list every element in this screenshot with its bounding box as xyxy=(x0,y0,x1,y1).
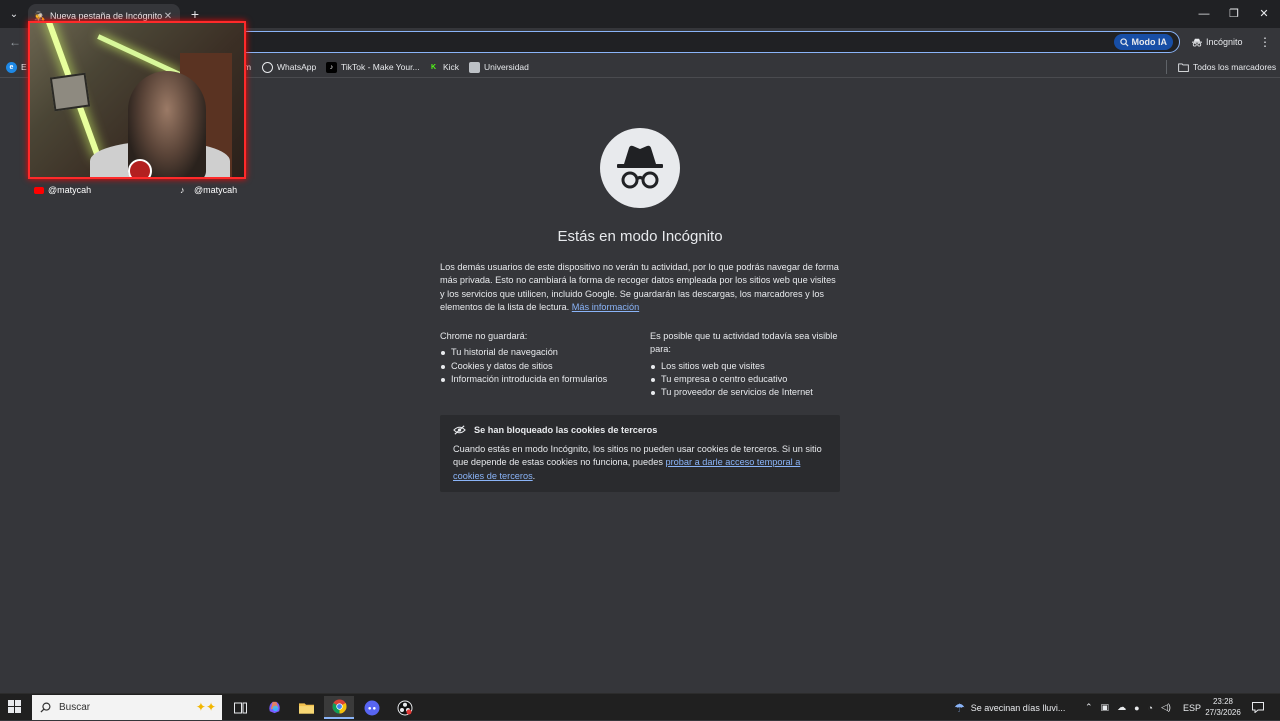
folder-icon xyxy=(1178,62,1189,72)
notifications-icon[interactable] xyxy=(1252,694,1264,721)
tray-app-icon[interactable]: ▣ xyxy=(1101,702,1110,713)
tiktok-icon: ♪ xyxy=(180,185,185,195)
cloud-icon[interactable]: ☁ xyxy=(1117,702,1126,713)
bookmark-whatsapp[interactable]: WhatsApp xyxy=(262,60,316,74)
search-placeholder: Buscar xyxy=(59,702,91,713)
list-item: Los sitios web que visites xyxy=(650,360,845,373)
page-icon xyxy=(469,61,480,73)
mode-ia-label: Modo IA xyxy=(1131,37,1168,47)
bookmarks-divider xyxy=(1166,60,1167,74)
list-item: Cookies y datos de sitios xyxy=(440,360,635,373)
weather-text: Se avecinan días lluvi... xyxy=(970,702,1066,713)
windows-taskbar: Buscar ✦✦ ☂ Se avecinan días lluvi... ⌃ … xyxy=(0,693,1280,720)
bookmark-label: TikTok - Make Your... xyxy=(341,62,420,72)
eye-off-icon xyxy=(453,425,466,435)
mode-ia-button[interactable]: Modo IA xyxy=(1113,34,1173,50)
ai-search-icon xyxy=(1119,37,1129,47)
tab-close-icon[interactable]: ✕ xyxy=(162,11,174,22)
tab-title: Nueva pestaña de Incógnito xyxy=(50,11,162,21)
visible-to-heading: Es posible que tu actividad todavía sea … xyxy=(650,331,838,355)
not-saved-column: Chrome no guardará: Tu historial de nave… xyxy=(440,330,635,386)
copilot-icon[interactable] xyxy=(259,696,289,719)
weather-widget[interactable]: ☂ Se avecinan días lluvi... xyxy=(954,694,1065,721)
clock[interactable]: 23:28 27/3/2026 xyxy=(1200,696,1246,718)
kick-icon: K xyxy=(430,63,437,71)
list-item: Tu empresa o centro educativo xyxy=(650,373,845,386)
youtube-icon xyxy=(34,186,44,194)
date-text: 27/3/2026 xyxy=(1205,708,1241,717)
search-highlight-icon: ✦✦ xyxy=(195,700,216,714)
incognito-label: Incógnito xyxy=(1206,37,1243,47)
search-icon xyxy=(40,702,51,713)
tiktok-handle-text: @matycah xyxy=(194,185,238,195)
whatsapp-icon xyxy=(262,61,273,73)
discord-icon[interactable] xyxy=(357,696,387,719)
channel-badge-icon xyxy=(128,159,152,177)
youtube-handle-text: @matycah xyxy=(48,185,92,195)
youtube-handle: @matycah xyxy=(34,184,91,196)
language-indicator[interactable]: ESP xyxy=(1183,694,1201,721)
more-info-link[interactable]: Más información xyxy=(572,302,639,312)
bookmark-label: E xyxy=(21,62,27,72)
bookmark-universidad[interactable]: Universidad xyxy=(469,60,529,74)
menu-icon[interactable]: ⋮ xyxy=(1258,33,1272,51)
tab-search-chevron-icon[interactable]: ⌄ xyxy=(4,4,24,24)
bookmark-kick[interactable]: K Kick xyxy=(428,60,459,74)
visible-to-column: Es posible que tu actividad todavía sea … xyxy=(650,330,845,399)
third-party-cookies-card: Se han bloqueado las cookies de terceros… xyxy=(440,415,840,492)
bookmark-label: Kick xyxy=(443,62,460,72)
list-item: Tu proveedor de servicios de Internet xyxy=(650,386,845,399)
bookmark-label: WhatsApp xyxy=(277,62,317,72)
tiktok-icon: ♪ xyxy=(326,61,337,73)
rain-cloud-icon: ☂ xyxy=(954,700,965,715)
incognito-tab-icon: 🕵 xyxy=(34,11,46,21)
task-view-icon[interactable] xyxy=(225,696,255,719)
cookie-title: Se han bloqueado las cookies de terceros xyxy=(474,425,658,435)
incognito-logo-icon xyxy=(600,128,680,208)
tiktok-handle: ♪ @matycah xyxy=(180,184,237,196)
speaker-icon[interactable]: ◁) xyxy=(1161,702,1171,713)
not-saved-heading: Chrome no guardará: xyxy=(440,331,528,341)
chevron-up-icon[interactable]: ⌃ xyxy=(1085,702,1093,713)
webcam-overlay xyxy=(28,21,246,179)
page-title: Estás en modo Incógnito xyxy=(557,228,723,245)
wall-picture xyxy=(49,72,91,112)
windows-start-icon[interactable] xyxy=(8,700,22,714)
all-bookmarks-label: Todos los marcadores xyxy=(1193,62,1277,72)
edge-icon: e xyxy=(6,61,17,73)
bookmark-tiktok[interactable]: ♪ TikTok - Make Your... xyxy=(326,60,420,74)
bookmark-edge[interactable]: e E xyxy=(6,60,27,74)
all-bookmarks-button[interactable]: Todos los marcadores xyxy=(1178,60,1276,74)
taskbar-search[interactable]: Buscar ✦✦ xyxy=(32,695,222,720)
list-item: Tu historial de navegación xyxy=(440,346,635,359)
microphone-icon[interactable]: ● xyxy=(1134,703,1139,713)
file-explorer-icon[interactable] xyxy=(291,696,321,719)
obs-icon[interactable] xyxy=(390,696,420,719)
maximize-button[interactable]: ❐ xyxy=(1218,0,1250,28)
back-arrow-icon[interactable]: ← xyxy=(6,32,24,52)
incognito-icon xyxy=(1192,38,1202,46)
system-tray: ⌃ ▣ ☁ ● ◔ ◁) xyxy=(1085,694,1171,721)
minimize-button[interactable]: — xyxy=(1188,0,1220,28)
bookmark-label: Universidad xyxy=(484,62,529,72)
intro-paragraph: Los demás usuarios de este dispositivo n… xyxy=(440,262,839,312)
time-text: 23:28 xyxy=(1212,697,1234,706)
intro-text: Los demás usuarios de este dispositivo n… xyxy=(440,261,842,314)
list-item: Información introducida en formularios xyxy=(440,373,635,386)
language-text: ESP xyxy=(1183,702,1202,713)
incognito-profile-button[interactable]: Incógnito xyxy=(1186,31,1249,53)
wifi-icon[interactable]: ◔ xyxy=(1148,703,1153,713)
close-window-button[interactable]: ✕ xyxy=(1248,0,1280,28)
chrome-taskbar-icon[interactable] xyxy=(324,696,354,719)
